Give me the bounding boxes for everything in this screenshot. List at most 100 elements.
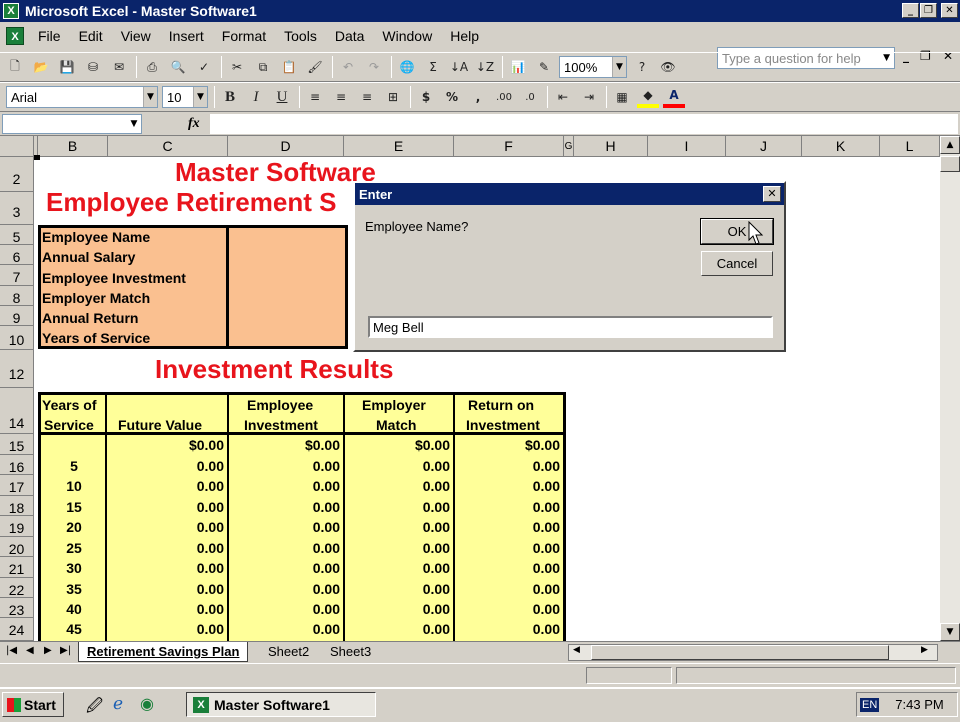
- row-header[interactable]: 20: [0, 537, 34, 557]
- workbook-icon[interactable]: X: [6, 27, 24, 45]
- menu-file[interactable]: File: [38, 28, 61, 44]
- zoom-select[interactable]: 100% ▼: [559, 56, 627, 78]
- row-header[interactable]: 9: [0, 306, 34, 326]
- column-header[interactable]: G: [564, 136, 574, 157]
- row-header[interactable]: 14: [0, 388, 34, 434]
- task-excel-button[interactable]: X Master Software1: [186, 692, 376, 717]
- start-button[interactable]: Start: [2, 692, 64, 717]
- scroll-right-icon[interactable]: ▶: [921, 645, 928, 655]
- column-header[interactable]: J: [726, 136, 802, 157]
- column-header[interactable]: F: [454, 136, 564, 157]
- tab-sheet3[interactable]: Sheet3: [322, 642, 379, 662]
- font-color-icon[interactable]: A: [663, 86, 685, 108]
- row-header[interactable]: 2: [0, 157, 34, 192]
- scroll-left-icon[interactable]: ◀: [573, 645, 580, 655]
- scroll-up-icon[interactable]: ▲: [940, 136, 960, 154]
- row-header[interactable]: 24: [0, 618, 34, 641]
- value-cell[interactable]: 0.00: [313, 560, 340, 576]
- value-cell[interactable]: 0.00: [423, 478, 450, 494]
- value-cell[interactable]: 0.00: [423, 581, 450, 597]
- menu-view[interactable]: View: [121, 28, 151, 44]
- chevron-down-icon[interactable]: ▼: [143, 87, 157, 107]
- menu-tools[interactable]: Tools: [284, 28, 317, 44]
- year-cell[interactable]: 25: [64, 540, 84, 556]
- row-header[interactable]: 16: [0, 455, 34, 475]
- menu-insert[interactable]: Insert: [169, 28, 204, 44]
- open-icon[interactable]: 📂: [30, 56, 52, 78]
- align-center-icon[interactable]: ≡: [330, 86, 352, 108]
- decrease-decimal-icon[interactable]: .0: [519, 86, 541, 108]
- align-right-icon[interactable]: ≡: [356, 86, 378, 108]
- row-header[interactable]: 7: [0, 265, 34, 286]
- value-cell[interactable]: 0.00: [197, 458, 224, 474]
- value-cell[interactable]: 0.00: [313, 519, 340, 535]
- fill-color-icon[interactable]: ◆: [637, 86, 659, 108]
- value-cell[interactable]: 0.00: [423, 560, 450, 576]
- comma-icon[interactable]: ,: [467, 86, 489, 108]
- tab-sheet2[interactable]: Sheet2: [260, 642, 317, 662]
- value-cell[interactable]: 0.00: [423, 519, 450, 535]
- merge-center-icon[interactable]: ⊞: [382, 86, 404, 108]
- year-cell[interactable]: 45: [64, 621, 84, 637]
- bold-icon[interactable]: B: [219, 86, 241, 108]
- close-icon[interactable]: ✕: [763, 186, 781, 202]
- value-cell[interactable]: 0.00: [313, 581, 340, 597]
- increase-decimal-icon[interactable]: .00: [493, 86, 515, 108]
- menu-window[interactable]: Window: [382, 28, 432, 44]
- fx-icon[interactable]: fx: [188, 116, 200, 132]
- chevron-down-icon[interactable]: ▼: [193, 87, 207, 107]
- format-painter-icon[interactable]: 🖌: [304, 56, 326, 78]
- cell-future-value-total[interactable]: $0.00: [189, 437, 224, 453]
- value-cell[interactable]: 0.00: [197, 499, 224, 515]
- language-indicator[interactable]: EN: [860, 697, 880, 712]
- value-cell[interactable]: 0.00: [197, 560, 224, 576]
- borders-icon[interactable]: ▦: [611, 86, 633, 108]
- column-header[interactable]: I: [648, 136, 726, 157]
- sort-ascending-icon[interactable]: ↓A: [448, 56, 470, 78]
- scroll-thumb[interactable]: [940, 156, 960, 172]
- spelling-icon[interactable]: ✓: [193, 56, 215, 78]
- print-icon[interactable]: ⎙: [141, 56, 163, 78]
- prev-sheet-icon[interactable]: ◀: [26, 645, 34, 656]
- print-preview-icon[interactable]: 🔍: [167, 56, 189, 78]
- value-cell[interactable]: 0.00: [533, 601, 560, 617]
- row-header[interactable]: 18: [0, 496, 34, 516]
- year-cell[interactable]: 30: [64, 560, 84, 576]
- percent-icon[interactable]: %: [441, 86, 463, 108]
- minimize-button[interactable]: _: [902, 3, 919, 18]
- chevron-down-icon[interactable]: ▼: [127, 115, 141, 133]
- value-cell[interactable]: 0.00: [533, 621, 560, 637]
- email-icon[interactable]: ✉: [108, 56, 130, 78]
- column-header[interactable]: H: [574, 136, 648, 157]
- undo-icon[interactable]: ↶: [337, 56, 359, 78]
- drawing-icon[interactable]: ✎: [533, 56, 555, 78]
- value-cell[interactable]: 0.00: [197, 621, 224, 637]
- vertical-scrollbar[interactable]: ▲ ▼: [940, 136, 960, 641]
- decrease-indent-icon[interactable]: ⇤: [552, 86, 574, 108]
- cell-employee-total[interactable]: $0.00: [305, 437, 340, 453]
- first-sheet-icon[interactable]: |◀: [6, 645, 17, 656]
- redo-icon[interactable]: ↷: [363, 56, 385, 78]
- menu-format[interactable]: Format: [222, 28, 266, 44]
- menu-edit[interactable]: Edit: [79, 28, 103, 44]
- cell-employer-total[interactable]: $0.00: [415, 437, 450, 453]
- year-cell[interactable]: 20: [64, 519, 84, 535]
- scroll-down-icon[interactable]: ▼: [940, 623, 960, 641]
- value-cell[interactable]: 0.00: [197, 478, 224, 494]
- value-cell[interactable]: 0.00: [197, 519, 224, 535]
- paste-icon[interactable]: 📋: [278, 56, 300, 78]
- value-cell[interactable]: 0.00: [423, 621, 450, 637]
- ie-icon[interactable]: ℯ: [113, 694, 123, 714]
- cell-return-total[interactable]: $0.00: [525, 437, 560, 453]
- desktop-icon[interactable]: 🖉: [86, 695, 103, 722]
- value-cell[interactable]: 0.00: [533, 519, 560, 535]
- cancel-button[interactable]: Cancel: [701, 251, 773, 276]
- sort-descending-icon[interactable]: ↓Z: [474, 56, 496, 78]
- value-cell[interactable]: 0.00: [197, 540, 224, 556]
- row-header[interactable]: 12: [0, 350, 34, 388]
- column-header[interactable]: L: [880, 136, 940, 157]
- formula-input[interactable]: [209, 113, 958, 134]
- column-header[interactable]: K: [802, 136, 880, 157]
- name-box[interactable]: ▼: [2, 113, 142, 134]
- column-header[interactable]: B: [38, 136, 108, 157]
